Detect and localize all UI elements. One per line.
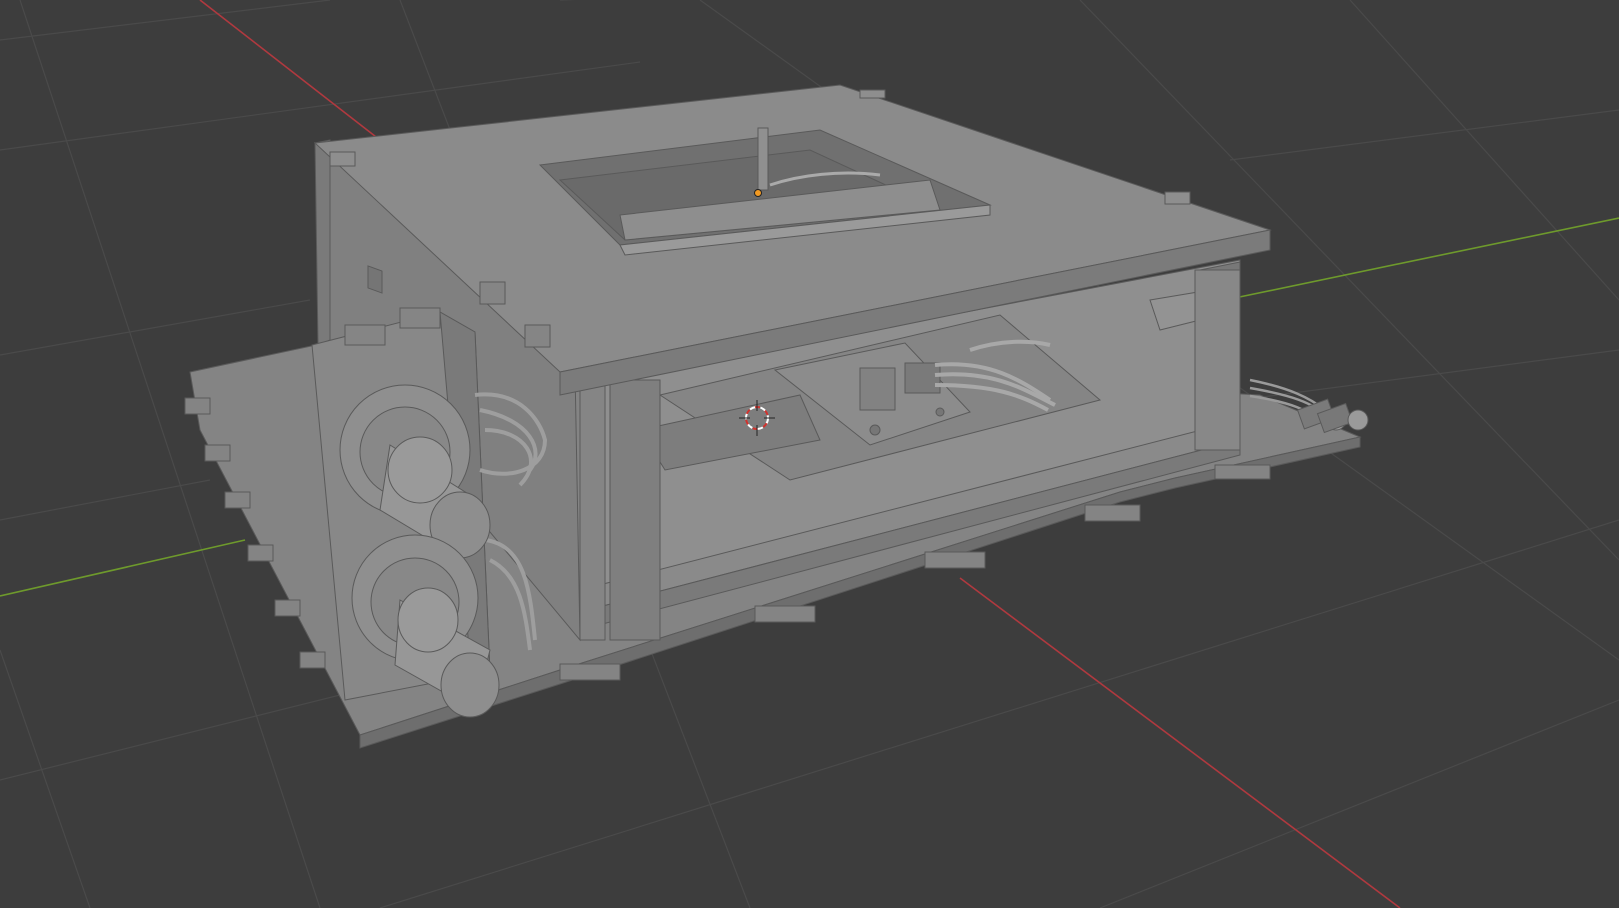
vertical-rod (757, 127, 769, 191)
corner-tab (859, 89, 886, 99)
side-vent-slot (367, 265, 383, 294)
y-axis-line-right (1224, 217, 1619, 301)
corner-tab (1164, 191, 1191, 205)
x-axis-line-lower (959, 577, 1401, 908)
3d-viewport[interactable] (0, 0, 1619, 908)
object-origin-icon (754, 189, 762, 197)
corner-tab (329, 151, 356, 167)
viewport-scene[interactable] (0, 0, 1619, 908)
